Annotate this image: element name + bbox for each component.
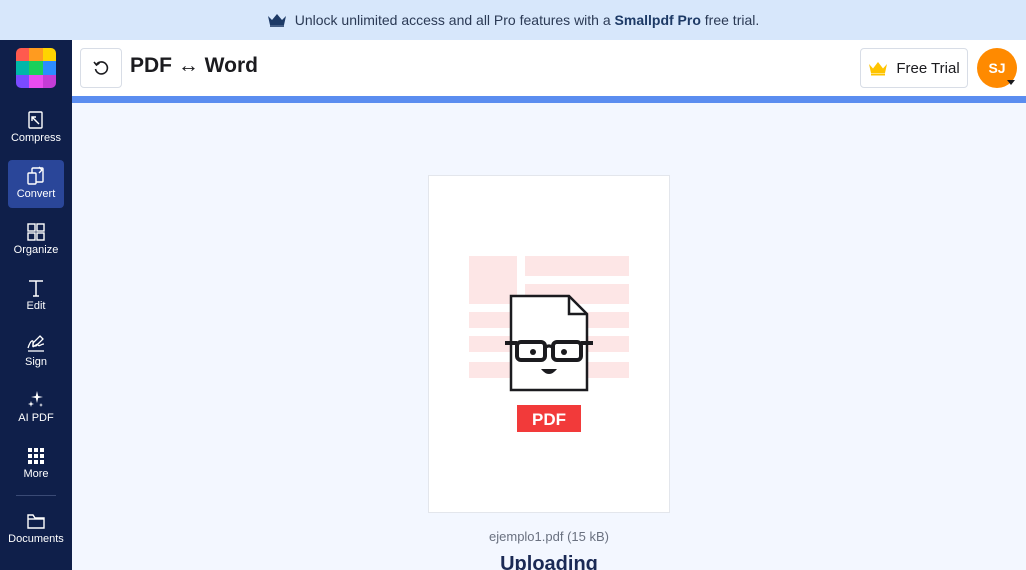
file-preview-card: PDF (428, 175, 670, 513)
sidebar-item-label: More (23, 468, 49, 480)
top-bar: PDF ↔ Word Free Trial SJ (72, 40, 1026, 96)
edit-icon (29, 280, 43, 297)
logo-tile (16, 61, 30, 75)
sidebar-item-label: Documents (8, 533, 64, 545)
logo-tile (29, 61, 43, 75)
chevron-down-icon (1007, 80, 1015, 85)
crown-icon (869, 61, 888, 75)
sidebar-divider (16, 495, 56, 496)
page-title: PDF ↔ Word (130, 54, 258, 77)
sign-icon (27, 335, 45, 352)
avatar-initials: SJ (988, 60, 1006, 76)
crown-icon (267, 14, 286, 27)
sidebar-item-convert[interactable]: Convert (8, 160, 64, 208)
pdf-badge: PDF (532, 410, 566, 429)
logo-tile (16, 48, 30, 62)
user-avatar[interactable]: SJ (977, 48, 1017, 88)
promo-banner[interactable]: Unlock unlimited access and all Pro feat… (0, 0, 1026, 40)
sidebar-item-compress[interactable]: Compress (8, 104, 64, 152)
logo-tile (29, 74, 43, 88)
sidebar-item-documents[interactable]: Documents (8, 505, 64, 553)
logo-tile (42, 74, 56, 88)
sidebar-item-label: Edit (26, 300, 46, 312)
convert-icon (27, 166, 44, 185)
sidebar-item-sign[interactable]: Sign (8, 328, 64, 376)
sidebar-item-edit[interactable]: Edit (8, 272, 64, 320)
logo-tile (42, 61, 56, 75)
upload-status: Uploading (500, 553, 598, 570)
folder-icon (27, 514, 45, 529)
banner-brand-link[interactable]: Smallpdf Pro (615, 12, 701, 28)
logo-tile (16, 74, 30, 88)
smallpdf-logo[interactable] (16, 48, 56, 88)
more-grid-icon (28, 448, 44, 464)
sidebar-item-label: AI PDF (18, 412, 54, 424)
sidebar-item-label: Organize (13, 244, 59, 256)
upload-progress-bar (72, 96, 1026, 103)
sidebar-item-label: Compress (10, 132, 62, 144)
sidebar-item-ai-pdf[interactable]: AI PDF (8, 384, 64, 432)
undo-icon (93, 61, 109, 75)
sidebar-item-organize[interactable]: Organize (8, 216, 64, 264)
sidebar-item-more[interactable]: More (8, 440, 64, 488)
ai-sparkle-icon (28, 391, 43, 407)
free-trial-button[interactable]: Free Trial (860, 48, 968, 88)
file-name-label: ejemplo1.pdf (15 kB) (489, 529, 609, 544)
compress-icon (28, 111, 43, 129)
sidebar-item-label: Sign (24, 356, 48, 368)
organize-icon (27, 223, 45, 241)
sidebar-item-label: Convert (16, 188, 56, 200)
undo-button[interactable] (80, 48, 122, 88)
banner-text: Unlock unlimited access and all Pro feat… (294, 12, 760, 28)
upload-progress-fill (72, 96, 1026, 103)
free-trial-label: Free Trial (896, 59, 960, 77)
logo-tile (42, 48, 56, 62)
pdf-file-illustration: PDF (469, 256, 629, 432)
logo-tile (29, 48, 43, 62)
sidebar: Compress Convert Organize Edit Sign AI P… (0, 40, 72, 570)
